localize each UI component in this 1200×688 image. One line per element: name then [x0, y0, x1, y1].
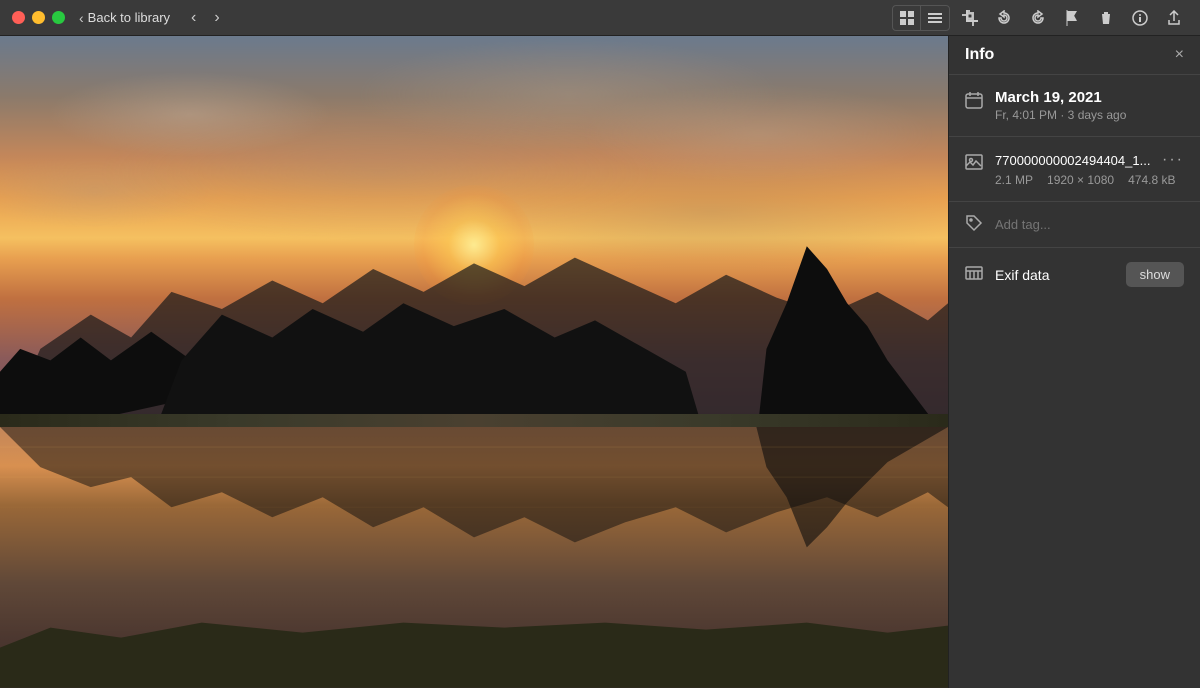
info-panel: Info × March 19, 2021 Fr, 4:01 PM · 3 da… — [948, 36, 1200, 688]
tag-section — [949, 202, 1200, 248]
info-panel-header: Info × — [949, 36, 1200, 75]
window-controls — [12, 11, 65, 24]
photo-canvas — [0, 36, 948, 688]
info-icon[interactable] — [1126, 6, 1154, 30]
info-panel-title: Info — [965, 46, 994, 64]
close-info-button[interactable]: × — [1175, 46, 1184, 64]
rotate-left-icon[interactable] — [990, 6, 1018, 30]
prev-photo-button[interactable]: ‹ — [186, 7, 201, 29]
resolution: 1920 × 1080 — [1047, 173, 1114, 187]
more-options-button[interactable]: ··· — [1162, 151, 1184, 169]
megapixels: 2.1 MP — [995, 173, 1033, 187]
view-toggle-group — [892, 5, 950, 31]
calendar-icon — [965, 91, 983, 114]
tag-input[interactable] — [995, 217, 1184, 232]
detail-view-icon[interactable] — [921, 6, 949, 30]
share-icon[interactable] — [1160, 6, 1188, 30]
mountains-layer — [0, 212, 948, 440]
main-content: Info × March 19, 2021 Fr, 4:01 PM · 3 da… — [0, 36, 1200, 688]
minimize-window-button[interactable] — [32, 11, 45, 24]
maximize-window-button[interactable] — [52, 11, 65, 24]
back-chevron-icon: ‹ — [79, 10, 84, 26]
titlebar: ‹ Back to library ‹ › — [0, 0, 1200, 36]
date-content: March 19, 2021 Fr, 4:01 PM · 3 days ago — [995, 89, 1184, 122]
crop-icon[interactable] — [956, 6, 984, 30]
water-layer — [0, 427, 948, 688]
next-photo-button[interactable]: › — [209, 7, 224, 29]
tag-icon — [965, 214, 983, 237]
navigation-arrows: ‹ › — [186, 7, 225, 29]
back-label: Back to library — [88, 10, 170, 25]
filesize: 474.8 kB — [1128, 173, 1175, 187]
filename: 770000000002494404_1... — [995, 153, 1150, 168]
grid-view-icon[interactable] — [893, 6, 921, 30]
exif-icon — [965, 264, 983, 287]
file-section: 770000000002494404_1... ··· 2.1 MP 1920 … — [949, 137, 1200, 202]
image-icon — [965, 153, 983, 176]
date-sub: Fr, 4:01 PM · 3 days ago — [995, 108, 1184, 122]
toolbar-right — [892, 5, 1188, 31]
photo-viewer[interactable] — [0, 36, 948, 688]
date-section: March 19, 2021 Fr, 4:01 PM · 3 days ago — [949, 75, 1200, 137]
file-content: 770000000002494404_1... ··· 2.1 MP 1920 … — [995, 151, 1184, 187]
filename-row: 770000000002494404_1... ··· — [995, 151, 1184, 169]
close-window-button[interactable] — [12, 11, 25, 24]
exif-section: Exif data show — [949, 248, 1200, 301]
back-to-library-button[interactable]: ‹ Back to library — [79, 10, 170, 26]
rotate-right-icon[interactable] — [1024, 6, 1052, 30]
exif-label: Exif data — [995, 267, 1114, 283]
file-meta: 2.1 MP 1920 × 1080 474.8 kB — [995, 173, 1184, 187]
trash-icon[interactable] — [1092, 6, 1120, 30]
show-exif-button[interactable]: show — [1126, 262, 1184, 287]
date-main: March 19, 2021 — [995, 89, 1184, 106]
flag-icon[interactable] — [1058, 6, 1086, 30]
